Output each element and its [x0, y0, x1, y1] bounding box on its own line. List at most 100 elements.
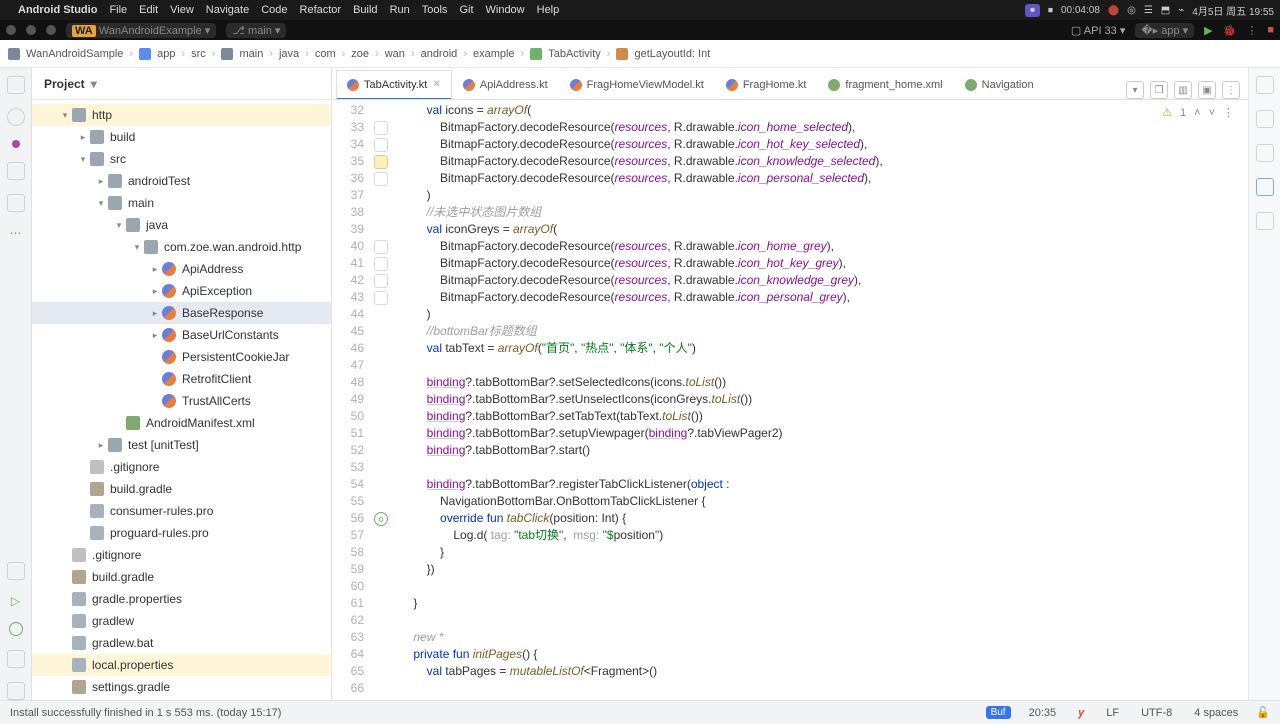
tray-icon[interactable]: ☰ — [1144, 5, 1153, 16]
prev-problem-icon[interactable]: ˄ — [1194, 107, 1200, 119]
tree-row[interactable]: ▸BaseUrlConstants — [32, 324, 331, 346]
build-tool-icon[interactable] — [7, 682, 25, 700]
tree-row[interactable]: .gitignore — [32, 544, 331, 566]
menu-view[interactable]: View — [170, 4, 194, 16]
run-tool-icon[interactable]: ▷ — [11, 594, 20, 608]
project-tool-icon[interactable] — [7, 76, 25, 94]
editor-preview-icon[interactable]: ▣ — [1198, 81, 1216, 99]
tree-row[interactable]: TrustAllCerts — [32, 390, 331, 412]
editor-split-2-icon[interactable]: ▥ — [1174, 81, 1192, 99]
debug-icon[interactable]: 🐞 — [1223, 24, 1237, 37]
crumb[interactable]: TabActivity — [548, 48, 601, 60]
tree-row[interactable]: build.gradle — [32, 478, 331, 500]
crumb[interactable]: wan — [385, 48, 405, 60]
tree-row[interactable]: ▾http — [32, 104, 331, 126]
tray-icon-2[interactable]: ⬒ — [1161, 5, 1170, 16]
profiler-icon[interactable] — [1256, 212, 1274, 230]
menu-navigate[interactable]: Navigate — [206, 4, 249, 16]
inspection-badge[interactable]: ⚠1 ˄ ˅ ⋮ — [1162, 106, 1234, 119]
tree-row[interactable]: settings.gradle — [32, 676, 331, 698]
project-tab[interactable]: Project▾ — [32, 68, 331, 100]
menu-tools[interactable]: Tools — [422, 4, 448, 16]
project-tree[interactable]: ▾http▸build▾src▸androidTest▾main▾java▾co… — [32, 100, 331, 700]
tree-row[interactable]: ▸androidTest — [32, 170, 331, 192]
inspection-more-icon[interactable]: ⋮ — [1223, 106, 1234, 119]
window-min-icon[interactable] — [26, 25, 36, 35]
editor-tab[interactable]: fragment_home.xml — [817, 69, 953, 99]
editor-tab[interactable]: ApiAddress.kt — [452, 69, 559, 99]
tree-row[interactable]: consumer-rules.pro — [32, 500, 331, 522]
vcs-dot-icon[interactable] — [12, 140, 20, 148]
caret-position[interactable]: 20:35 — [1025, 707, 1061, 719]
indent[interactable]: 4 spaces — [1190, 707, 1242, 719]
editor-tab[interactable]: TabActivity.kt✕ — [336, 70, 452, 100]
gradle-icon[interactable] — [1256, 110, 1274, 128]
tree-row[interactable]: ▾main — [32, 192, 331, 214]
tree-row[interactable]: ▸ApiException — [32, 280, 331, 302]
editor-split-icon[interactable]: ❒ — [1150, 81, 1168, 99]
buf-badge[interactable]: Buf — [986, 706, 1011, 719]
window-close-icon[interactable] — [6, 25, 16, 35]
tree-row[interactable]: ▸test [unitTest] — [32, 434, 331, 456]
commit-tool-icon[interactable] — [7, 108, 25, 126]
menu-help[interactable]: Help — [537, 4, 560, 16]
tree-row[interactable]: AndroidManifest.xml — [32, 412, 331, 434]
crumb[interactable]: example — [473, 48, 515, 60]
code-editor[interactable]: val icons = arrayOf( BitmapFactory.decod… — [392, 100, 1248, 700]
bookmarks-tool-icon[interactable] — [7, 194, 25, 212]
notifications-icon[interactable] — [1256, 76, 1274, 94]
stop-run-icon[interactable]: ■ — [1267, 24, 1274, 36]
screen-record-icon[interactable]: ⏺ — [1025, 4, 1040, 17]
line-separator[interactable]: LF — [1102, 707, 1123, 719]
editor-tab[interactable]: Navigation — [954, 69, 1045, 99]
run-icon[interactable]: ▶ — [1204, 24, 1212, 37]
menu-run[interactable]: Run — [390, 4, 410, 16]
tree-row[interactable]: .gitignore — [32, 456, 331, 478]
tree-row[interactable]: gradlew — [32, 610, 331, 632]
close-icon[interactable]: ✕ — [432, 79, 440, 90]
emulator-icon[interactable] — [1256, 144, 1274, 162]
tab-dropdown-icon[interactable]: ▾ — [1126, 81, 1144, 99]
crumb[interactable]: app — [157, 48, 175, 60]
tree-row[interactable]: proguard-rules.pro — [32, 522, 331, 544]
more-icon[interactable]: ⋮ — [1246, 24, 1257, 37]
terminal-tool-icon[interactable] — [7, 562, 25, 580]
crumb[interactable]: com — [315, 48, 336, 60]
stop-icon[interactable]: ⏹ — [1048, 5, 1053, 16]
editor-tab[interactable]: FragHome.kt — [715, 69, 818, 99]
menu-app[interactable]: Android Studio — [18, 4, 97, 16]
crumb[interactable]: getLayoutId: Int — [634, 48, 710, 60]
tree-row[interactable]: ▸ApiAddress — [32, 258, 331, 280]
window-max-icon[interactable] — [46, 25, 56, 35]
encoding[interactable]: UTF-8 — [1137, 707, 1176, 719]
menu-window[interactable]: Window — [486, 4, 525, 16]
crumb[interactable]: src — [191, 48, 206, 60]
menu-git[interactable]: Git — [459, 4, 473, 16]
tree-row[interactable]: ▾java — [32, 214, 331, 236]
tree-row[interactable]: ▾com.zoe.wan.android.http — [32, 236, 331, 258]
next-problem-icon[interactable]: ˅ — [1209, 107, 1215, 119]
branch-chip[interactable]: ⎇ main ▾ — [226, 23, 286, 38]
crumb[interactable]: android — [421, 48, 458, 60]
menu-refactor[interactable]: Refactor — [300, 4, 342, 16]
tree-row[interactable]: RetrofitClient — [32, 368, 331, 390]
tree-row[interactable]: build.gradle — [32, 566, 331, 588]
project-chip[interactable]: WA WanAndroidExample ▾ — [66, 23, 216, 38]
run-config[interactable]: �▸ app ▾ — [1135, 23, 1194, 38]
crumb[interactable]: zoe — [351, 48, 369, 60]
structure-tool-icon[interactable] — [7, 162, 25, 180]
menu-code[interactable]: Code — [261, 4, 287, 16]
menu-file[interactable]: File — [109, 4, 127, 16]
tree-row[interactable]: ▸build — [32, 126, 331, 148]
readonly-icon[interactable]: 🔓 — [1256, 706, 1270, 719]
tree-row[interactable]: gradlew.bat — [32, 632, 331, 654]
tree-row[interactable]: local.properties — [32, 654, 331, 676]
crumb[interactable]: java — [279, 48, 299, 60]
menu-edit[interactable]: Edit — [139, 4, 158, 16]
tree-row[interactable]: ▸BaseResponse — [32, 302, 331, 324]
crumb[interactable]: main — [239, 48, 263, 60]
editor-more-icon[interactable]: ⋮ — [1222, 81, 1240, 99]
tree-row[interactable]: gradle.properties — [32, 588, 331, 610]
tree-row[interactable]: PersistentCookieJar — [32, 346, 331, 368]
crumb[interactable]: WanAndroidSample — [26, 48, 123, 60]
